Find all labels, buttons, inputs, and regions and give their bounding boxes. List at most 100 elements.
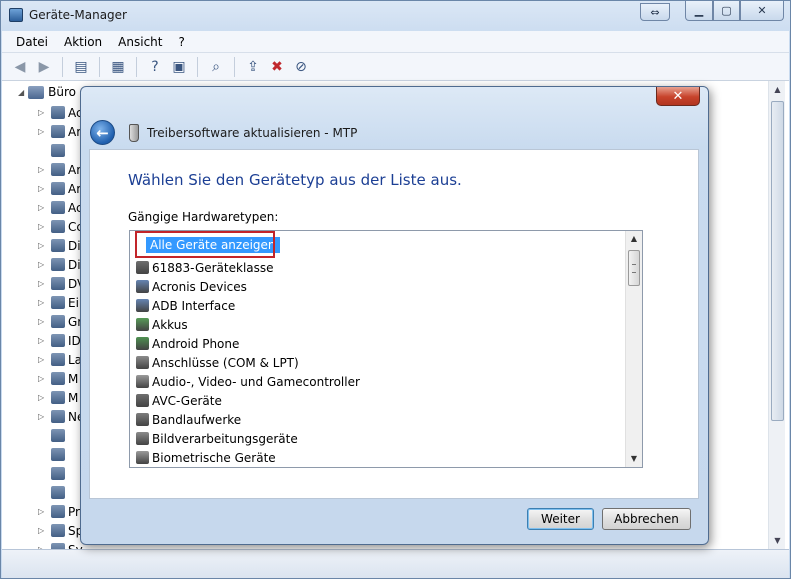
main-titlebar[interactable]: Geräte-Manager ⇔ ▁ ▢ ✕ — [1, 1, 790, 31]
expand-arrow-icon[interactable]: ▷ — [38, 241, 48, 250]
expand-arrow-icon[interactable]: ▷ — [38, 393, 48, 402]
console-tree-icon[interactable]: ▤ — [71, 57, 91, 77]
disable-device-icon[interactable]: ⊘ — [291, 57, 311, 77]
list-item[interactable]: Biometrische Geräte — [136, 448, 624, 467]
tree-item[interactable]: ▷ Sp — [38, 521, 85, 540]
tree-item[interactable]: ▷ Ac — [38, 198, 85, 217]
device-icon — [136, 299, 149, 312]
list-item-label: Audio-, Video- und Gamecontroller — [152, 374, 360, 389]
maximize-button[interactable]: ▢ — [713, 1, 740, 21]
expand-arrow-icon[interactable]: ▷ — [38, 279, 48, 288]
tree-item[interactable]: ▷ Ne — [38, 407, 85, 426]
uninstall-icon[interactable]: ✖ — [267, 57, 287, 77]
minimize-button[interactable]: ▁ — [685, 1, 713, 21]
window-resize-arrows-button[interactable]: ⇔ — [640, 3, 670, 21]
expand-arrow-icon[interactable]: ▷ — [38, 298, 48, 307]
update-driver-dialog: ✕ ← Treibersoftware aktualisieren - MTP … — [80, 86, 709, 545]
tree-item[interactable]: ▷ Ar — [38, 179, 85, 198]
storage-icon — [51, 524, 65, 537]
menu-datei[interactable]: Datei — [8, 35, 56, 49]
tree-item[interactable] — [38, 464, 85, 483]
properties-icon[interactable]: ▦ — [108, 57, 128, 77]
expand-arrow-icon[interactable]: ▷ — [38, 317, 48, 326]
list-item[interactable]: Acronis Devices — [136, 277, 624, 296]
menu-help[interactable]: ? — [170, 35, 192, 49]
tree-item[interactable]: ▷ Ar — [38, 160, 85, 179]
back-arrow-icon[interactable]: ◀ — [10, 57, 30, 77]
tree-items: ▷ Ac ▷ Ar ▷ Ar ▷ Ar ▷ Ac ▷ Cc ▷ Di ▷ Di ▷ DV ▷ Eii ▷ Gr ▷ ID ▷ La… — [38, 103, 85, 578]
back-button[interactable]: ← — [90, 120, 115, 145]
list-item[interactable]: Android Phone — [136, 334, 624, 353]
next-button[interactable]: Weiter — [527, 508, 594, 530]
tree-item[interactable]: ▷ Pr — [38, 502, 85, 521]
expand-arrow-icon[interactable]: ▷ — [38, 184, 48, 193]
expand-arrow-icon[interactable]: ▷ — [38, 374, 48, 383]
expand-arrow-icon[interactable]: ▷ — [38, 260, 48, 269]
scroll-down-arrow-icon[interactable]: ▼ — [769, 532, 786, 549]
list-item[interactable]: AVC-Geräte — [136, 391, 624, 410]
expand-arrow-icon[interactable]: ▷ — [38, 203, 48, 212]
tree-item[interactable]: ▷ Di — [38, 236, 85, 255]
tree-item-label: Di — [68, 238, 81, 253]
collapse-arrow-icon[interactable]: ◢ — [18, 88, 24, 97]
tree-item[interactable]: ▷ Ac — [38, 103, 85, 122]
tree-item[interactable]: ▷ La — [38, 350, 85, 369]
list-item[interactable]: Akkus — [136, 315, 624, 334]
hardware-type-list[interactable]: Alle Geräte anzeigen 61883-Geräteklasse Ac… — [129, 230, 643, 468]
list-item[interactable]: Audio-, Video- und Gamecontroller — [136, 372, 624, 391]
expand-arrow-icon[interactable]: ▷ — [38, 412, 48, 421]
expand-arrow-icon[interactable]: ▷ — [38, 336, 48, 345]
main-vertical-scrollbar[interactable]: ▲ ▼ — [768, 81, 785, 549]
list-item[interactable]: Bluetooth-Funk — [136, 467, 624, 468]
tree-item[interactable]: ▷ Cc — [38, 217, 85, 236]
port-icon — [136, 356, 149, 369]
tree-item[interactable]: ▷ M — [38, 369, 85, 388]
list-scrollbar-thumb[interactable] — [628, 250, 640, 286]
tree-item[interactable] — [38, 426, 85, 445]
list-item[interactable]: ADB Interface — [136, 296, 624, 315]
tree-item[interactable]: ▷ ID — [38, 331, 85, 350]
scroll-up-arrow-icon[interactable]: ▲ — [769, 81, 786, 98]
expand-arrow-icon[interactable]: ▷ — [38, 526, 48, 535]
tree-item[interactable]: ▷ Ar — [38, 122, 85, 141]
scroll-up-arrow-icon[interactable]: ▲ — [626, 231, 642, 247]
help-icon[interactable]: ? — [145, 57, 165, 77]
tree-item[interactable] — [38, 445, 85, 464]
expand-arrow-icon[interactable]: ▷ — [38, 355, 48, 364]
scroll-down-arrow-icon[interactable]: ▼ — [626, 451, 642, 467]
update-driver-icon[interactable]: ⇪ — [243, 57, 263, 77]
list-item-label: Acronis Devices — [152, 279, 247, 294]
hardware-types-label: Gängige Hardwaretypen: — [128, 210, 279, 224]
tree-item[interactable]: ▷ Di — [38, 255, 85, 274]
dialog-close-button[interactable]: ✕ — [656, 87, 700, 106]
menu-ansicht[interactable]: Ansicht — [110, 35, 170, 49]
tree-item[interactable] — [38, 141, 85, 160]
list-item[interactable]: 61883-Geräteklasse — [136, 258, 624, 277]
dialog-title: Treibersoftware aktualisieren - MTP — [147, 125, 358, 140]
menu-aktion[interactable]: Aktion — [56, 35, 110, 49]
tree-root[interactable]: ◢ Büro — [18, 85, 76, 99]
list-item[interactable]: Anschlüsse (COM & LPT) — [136, 353, 624, 372]
tree-item[interactable]: ▷ DV — [38, 274, 85, 293]
tree-item[interactable]: ▷ Gr — [38, 312, 85, 331]
tree-item[interactable] — [38, 483, 85, 502]
expand-arrow-icon[interactable]: ▷ — [38, 127, 48, 136]
expand-arrow-icon[interactable]: ▷ — [38, 222, 48, 231]
tree-item[interactable]: ▷ M — [38, 388, 85, 407]
scrollbar-thumb[interactable] — [771, 101, 784, 421]
list-item[interactable]: Bildverarbeitungsgeräte — [136, 429, 624, 448]
scan-hardware-icon[interactable]: ⌕ — [206, 57, 226, 77]
expand-arrow-icon[interactable]: ▷ — [38, 507, 48, 516]
list-item[interactable]: Bandlaufwerke — [136, 410, 624, 429]
cancel-button[interactable]: Abbrechen — [602, 508, 691, 530]
close-button[interactable]: ✕ — [740, 1, 784, 21]
forward-arrow-icon[interactable]: ▶ — [34, 57, 54, 77]
tree-item[interactable]: ▷ Eii — [38, 293, 85, 312]
expand-arrow-icon[interactable]: ▷ — [38, 108, 48, 117]
list-item-label: Android Phone — [152, 336, 240, 351]
expand-arrow-icon[interactable]: ▷ — [38, 165, 48, 174]
view-icon[interactable]: ▣ — [169, 57, 189, 77]
list-vertical-scrollbar[interactable]: ▲ ▼ — [625, 231, 642, 467]
disk-icon — [51, 239, 65, 252]
display-icon — [51, 315, 65, 328]
